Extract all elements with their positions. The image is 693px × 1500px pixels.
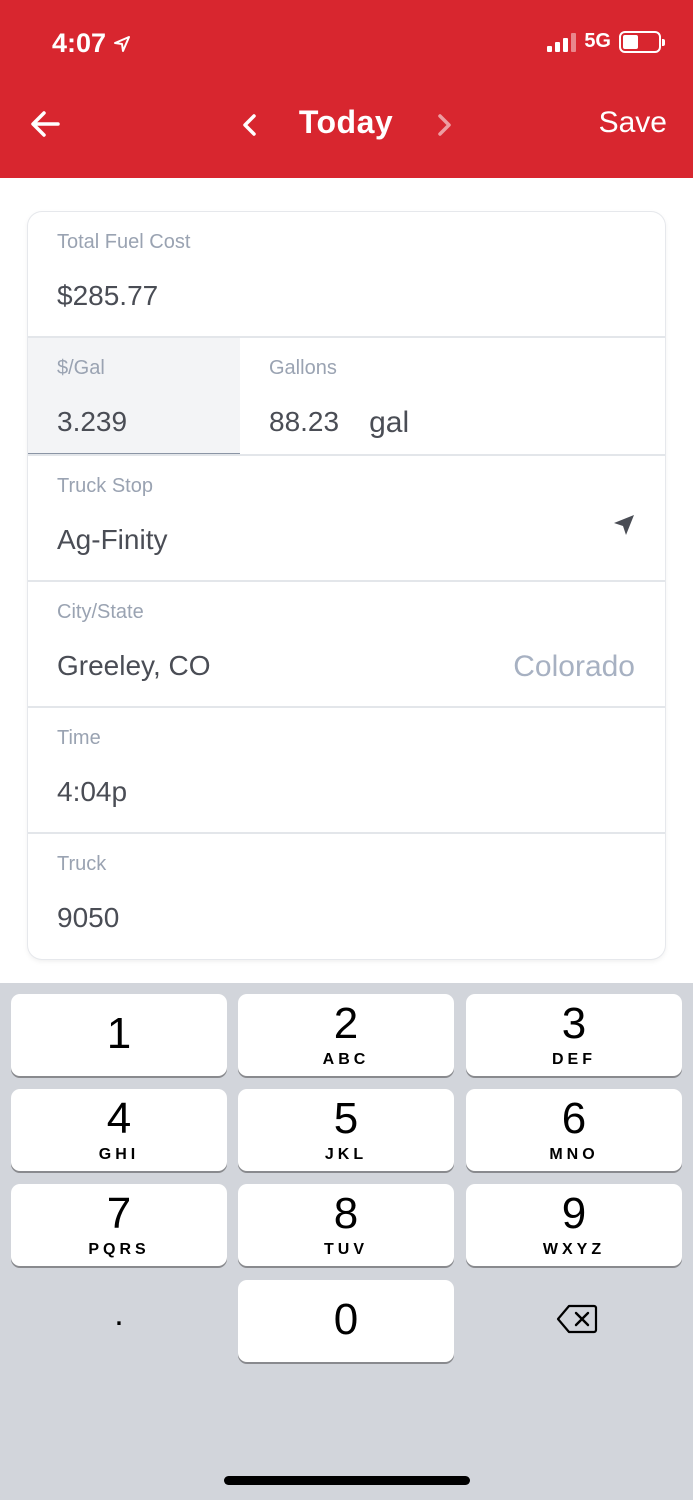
key-decimal[interactable]: .	[11, 1280, 227, 1362]
status-bar-right: 5G	[547, 30, 665, 53]
time-label: Time	[57, 727, 101, 749]
backspace-key[interactable]	[466, 1280, 682, 1362]
key-digit: 9	[561, 1189, 587, 1238]
total-fuel-cost-label: Total Fuel Cost	[57, 231, 191, 253]
gallons-value: 88.23	[269, 406, 340, 437]
back-arrow-icon[interactable]	[28, 106, 64, 142]
key-7[interactable]: 7 PQRS	[11, 1184, 227, 1266]
key-letters: DEF	[552, 1051, 596, 1068]
chevron-right-icon[interactable]	[430, 110, 458, 140]
app-header: 4:07 5G Today Save	[0, 0, 693, 178]
key-digit: 0	[333, 1295, 359, 1344]
battery-icon	[619, 30, 665, 53]
gallons-label: Gallons	[269, 357, 337, 379]
key-digit: 7	[106, 1189, 132, 1238]
truck-stop-field[interactable]: Truck Stop Ag-Finity	[28, 456, 665, 582]
key-1[interactable]: 1	[11, 994, 227, 1076]
truck-label: Truck	[57, 853, 107, 875]
gallons-unit: gal	[369, 406, 410, 439]
key-letters: TUV	[324, 1241, 368, 1258]
key-letters: PQRS	[88, 1241, 150, 1258]
key-6[interactable]: 6 MNO	[466, 1089, 682, 1171]
total-fuel-cost-field[interactable]: Total Fuel Cost $285.77	[28, 212, 665, 338]
key-digit: 8	[333, 1189, 359, 1238]
fuel-entry-form: Total Fuel Cost $285.77 $/Gal 3.239 Gall…	[28, 212, 665, 959]
time-value: 4:04p	[57, 776, 128, 807]
key-9[interactable]: 9 WXYZ	[466, 1184, 682, 1266]
key-5[interactable]: 5 JKL	[238, 1089, 454, 1171]
signal-icon	[547, 32, 577, 52]
total-fuel-cost-value: $285.77	[57, 280, 159, 311]
numeric-keypad: 1 2 ABC 3 DEF 4 GHI 5 JKL 6 MNO 7 PQRS 8…	[0, 983, 693, 1500]
key-digit: 5	[333, 1094, 359, 1143]
key-letters: ABC	[322, 1051, 370, 1068]
key-0[interactable]: 0	[238, 1280, 454, 1362]
chevron-left-icon[interactable]	[236, 110, 264, 140]
key-8[interactable]: 8 TUV	[238, 1184, 454, 1266]
truck-stop-label: Truck Stop	[57, 475, 153, 497]
key-letters: WXYZ	[542, 1241, 606, 1258]
key-digit: 1	[106, 1009, 132, 1058]
key-letters: MNO	[549, 1146, 599, 1163]
key-digit: 4	[106, 1094, 132, 1143]
key-letters: GHI	[98, 1146, 140, 1163]
key-2[interactable]: 2 ABC	[238, 994, 454, 1076]
gallons-value-row: 88.23 gal	[269, 406, 409, 440]
price-per-gal-value: 3.239	[57, 406, 128, 437]
status-time-text: 4:07	[52, 28, 107, 58]
gallons-field[interactable]: Gallons 88.23 gal	[240, 338, 665, 456]
key-digit: 2	[333, 999, 359, 1048]
price-per-gal-field[interactable]: $/Gal 3.239	[28, 338, 240, 456]
truck-field[interactable]: Truck 9050	[28, 834, 665, 959]
truck-stop-value: Ag-Finity	[57, 524, 168, 555]
status-bar-time: 4:07	[52, 28, 132, 59]
key-4[interactable]: 4 GHI	[11, 1089, 227, 1171]
city-state-label: City/State	[57, 601, 144, 623]
truck-value: 9050	[57, 902, 120, 933]
network-label: 5G	[584, 30, 611, 52]
city-state-field[interactable]: City/State Greeley, CO Colorado	[28, 582, 665, 708]
time-field[interactable]: Time 4:04p	[28, 708, 665, 834]
key-3[interactable]: 3 DEF	[466, 994, 682, 1076]
home-indicator	[224, 1476, 470, 1485]
key-digit: 6	[561, 1094, 587, 1143]
city-state-value: Greeley, CO	[57, 650, 211, 681]
state-name-hint: Colorado	[513, 650, 635, 683]
location-arrow-icon[interactable]	[611, 512, 637, 538]
date-title: Today	[298, 104, 394, 140]
key-digit: 3	[561, 999, 587, 1048]
backspace-icon	[556, 1304, 598, 1334]
price-per-gal-label: $/Gal	[57, 357, 105, 379]
key-letters: JKL	[324, 1146, 368, 1163]
location-services-icon	[114, 35, 131, 52]
save-button[interactable]: Save	[599, 106, 667, 140]
